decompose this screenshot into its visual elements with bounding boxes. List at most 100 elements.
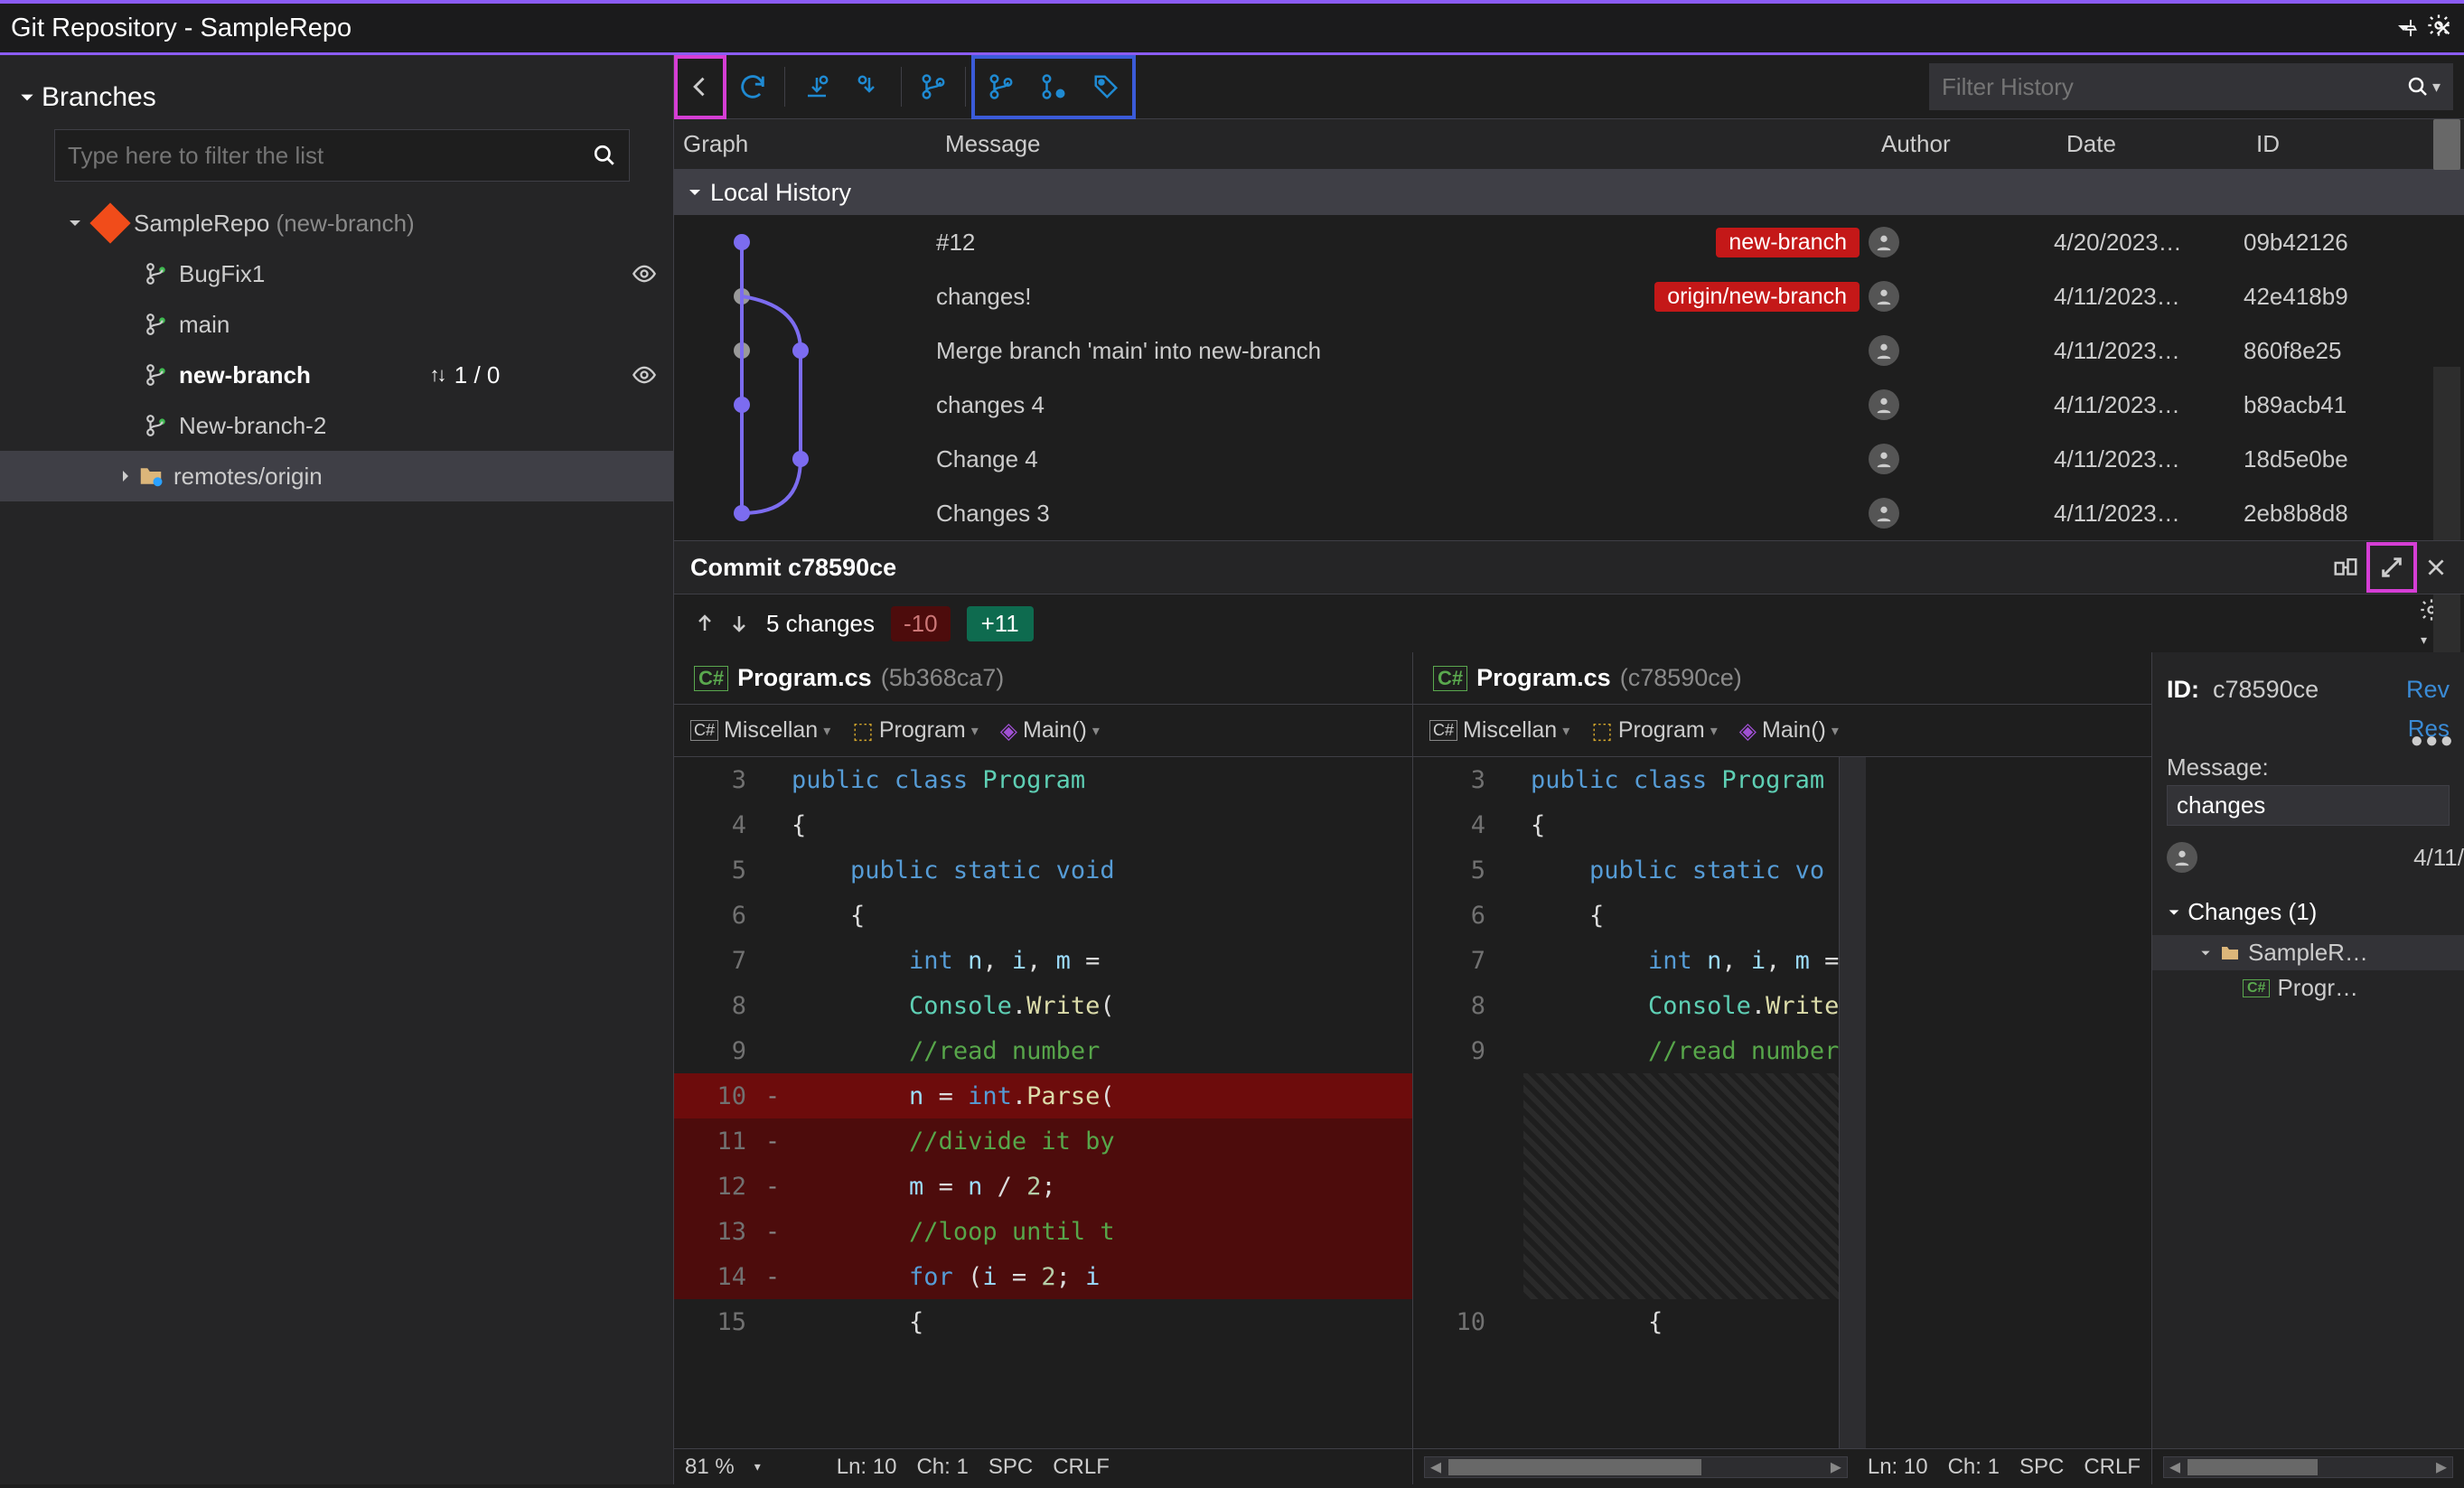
nav-member-dd[interactable]: ◈Main()▾ [1730,714,1848,748]
horizontal-scrollbar[interactable]: ◂▸ [2163,1456,2453,1478]
diff-left-pane: C# Program.cs (5b368ca7) C#Miscellan▾ ⬚P… [674,652,1413,1484]
branch-icon [145,313,170,336]
revert-link[interactable]: Rev [2406,676,2450,704]
commit-row[interactable]: changes!origin/new-branch4/11/2023…42e41… [674,269,2433,323]
branch-row-bugfix1[interactable]: BugFix1 [0,248,673,299]
compare-icon[interactable] [2332,554,2359,581]
branch-graph-button[interactable] [975,61,1027,113]
folder-icon [2219,942,2241,964]
csharp-icon: C# [1433,666,1467,691]
diff-right-pane: C# Program.cs (c78590ce) C#Miscellan▾ ⬚P… [1413,652,2152,1484]
branch-icon [145,363,170,387]
branch-badge: origin/new-branch [1654,282,1860,312]
changes-summary-bar: 5 changes -10 +11 ▾ [674,594,2464,652]
avatar [1869,444,1899,474]
code-editor-right[interactable]: 3public class Program4{5 public static v… [1413,757,2151,1448]
dropdown-icon[interactable] [2395,20,2412,36]
branch-row-new-branch-2[interactable]: New-branch-2 [0,400,673,451]
avatar [1869,227,1899,257]
eye-icon[interactable] [632,261,657,286]
more-icon[interactable]: ●●● [2411,728,2456,753]
detail-status-bar: ◂▸ [2152,1448,2464,1484]
title-bar: Git Repository - SampleRepo [0,0,2464,52]
nav-project-dd[interactable]: C#Miscellan▾ [1420,714,1579,747]
diff-view: C# Program.cs (5b368ca7) C#Miscellan▾ ⬚P… [674,652,2464,1484]
branch-remote-button[interactable] [1027,61,1080,113]
folder-icon [137,463,164,490]
commit-row[interactable]: changes 44/11/2023…b89acb41 [674,378,2433,432]
nav-project-dd[interactable]: C#Miscellan▾ [681,714,839,747]
branch-row-new-branch[interactable]: new-branch ↑↓ 1 / 0 [0,350,673,400]
branch-badge: new-branch [1716,228,1860,257]
changes-tree-header[interactable]: Changes (1) [2152,889,2464,935]
nav-class-dd[interactable]: ⬚Program▾ [1582,714,1727,748]
vertical-scrollbar[interactable] [1839,757,1866,1448]
filter-history-input[interactable]: ▾ [1929,63,2453,110]
branch-tracking: ↑↓ 1 / 0 [430,361,501,389]
changes-file-row[interactable]: C# Progr… [2152,970,2464,1006]
nav-breadcrumbs-right: C#Miscellan▾ ⬚Program▾ ◈Main()▾ [1413,705,2151,757]
nav-member-dd[interactable]: ◈Main()▾ [991,714,1109,748]
tag-button[interactable] [1080,61,1132,113]
repo-row[interactable]: SampleRepo (new-branch) [0,198,673,248]
avatar [1869,281,1899,312]
branch-button[interactable] [907,61,960,113]
branches-panel: Branches SampleRepo (new-branch) [0,55,674,1484]
chevron-down-icon [687,184,703,201]
search-icon[interactable] [593,144,616,167]
history-toolbar: ▾ [674,55,2464,119]
next-change-button[interactable] [728,613,750,634]
changes-folder-row[interactable]: SampleR… [2152,935,2464,970]
expand-button[interactable] [2366,542,2417,593]
search-icon[interactable] [2407,76,2429,98]
chevron-down-icon [2167,905,2181,920]
branch-filter-input[interactable] [54,129,630,182]
local-history-section[interactable]: Local History [674,170,2464,215]
code-line: 10 { [1413,1299,1839,1344]
chevron-down-icon [18,89,36,107]
pull-button[interactable] [843,61,895,113]
branch-row-main[interactable]: main [0,299,673,350]
refresh-button[interactable] [726,61,779,113]
commit-row[interactable]: Changes 34/11/2023…2eb8b8d8 [674,486,2433,540]
horizontal-scrollbar[interactable]: ◂ ▸ [1424,1456,1848,1478]
branch-icon [145,414,170,437]
repo-icon [89,202,130,243]
chevron-down-icon [67,215,87,231]
prev-change-button[interactable] [694,613,716,634]
nav-class-dd[interactable]: ⬚Program▾ [843,714,988,748]
status-bar-right: ◂ ▸ Ln: 10 Ch: 1 SPC CRLF [1413,1448,2151,1484]
additions-badge: +11 [967,606,1034,641]
scrollbar-thumb[interactable] [2433,119,2460,170]
commit-row[interactable]: Change 44/11/2023…18d5e0be [674,432,2433,486]
gear-icon[interactable] [2426,13,2451,38]
commit-detail-panel: ID: c78590ceRev Res ●●● Message: changes… [2152,652,2464,1484]
commit-row[interactable]: #12new-branch4/20/2023…09b42126 [674,215,2433,269]
csharp-icon: C# [2243,979,2270,997]
status-bar-left: 81 %▾ Ln: 10 Ch: 1 SPC CRLF [674,1448,1412,1484]
branch-icon [145,262,170,285]
diff-file-header-left: C# Program.cs (5b368ca7) [674,652,1412,705]
window-title: Git Repository - SampleRepo [11,14,351,43]
chevron-down-icon [2199,947,2212,959]
avatar [2167,842,2197,873]
diff-file-header-right: C# Program.cs (c78590ce) [1413,652,2151,705]
deletions-badge: -10 [891,606,951,641]
csharp-icon: C# [694,666,728,691]
remotes-row[interactable]: remotes/origin [0,451,673,501]
fetch-button[interactable] [791,61,843,113]
content-area: ▾ Graph Message Author Date ID Local His… [674,55,2464,1484]
avatar [1869,389,1899,420]
code-editor-left[interactable]: 3public class Program4{5 public static v… [674,757,1412,1448]
eye-icon[interactable] [632,362,657,388]
history-header: Graph Message Author Date ID [674,119,2464,170]
branches-header[interactable]: Branches [0,55,673,124]
avatar [1869,335,1899,366]
nav-breadcrumbs-left: C#Miscellan▾ ⬚Program▾ ◈Main()▾ [674,705,1412,757]
commit-message-box[interactable]: changes [2167,785,2450,826]
close-icon[interactable] [2424,556,2448,579]
avatar [1869,498,1899,529]
commit-row[interactable]: Merge branch 'main' into new-branch4/11/… [674,323,2433,378]
back-button[interactable] [674,55,726,119]
dropdown-icon[interactable]: ▾ [2432,78,2441,97]
